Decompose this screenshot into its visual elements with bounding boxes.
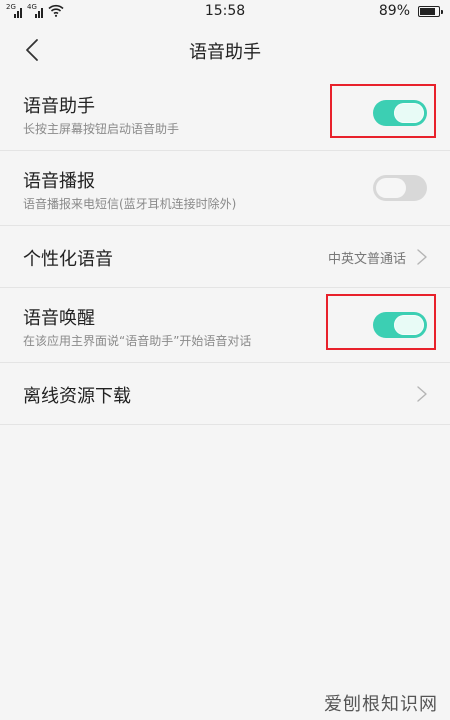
setting-subtitle: 长按主屏幕按钮启动语音助手 <box>23 122 180 136</box>
battery-icon <box>418 6 443 17</box>
setting-voice-broadcast: 语音播报 语音播报来电短信(蓝牙耳机连接时除外) <box>0 151 450 226</box>
setting-voice-assistant: 语音助手 长按主屏幕按钮启动语音助手 <box>0 76 450 151</box>
chevron-right-icon <box>417 386 427 402</box>
setting-offline-download[interactable]: 离线资源下载 <box>0 363 450 425</box>
setting-title: 语音唤醒 <box>23 308 95 329</box>
toggle-knob <box>376 178 406 198</box>
battery-fill <box>420 8 435 15</box>
chevron-right-icon <box>417 249 427 265</box>
setting-title: 语音助手 <box>23 96 95 117</box>
setting-title: 离线资源下载 <box>23 386 131 407</box>
page-title: 语音助手 <box>189 42 261 63</box>
setting-personalized-voice[interactable]: 个性化语音 中英文普通话 <box>0 226 450 288</box>
voice-wakeup-toggle[interactable] <box>373 312 427 338</box>
voice-broadcast-toggle[interactable] <box>373 175 427 201</box>
setting-value: 中英文普通话 <box>327 252 406 267</box>
setting-subtitle: 在该应用主界面说“语音助手”开始语音对话 <box>23 334 252 348</box>
watermark: 爱刨根知识网 <box>324 694 438 715</box>
setting-subtitle: 语音播报来电短信(蓝牙耳机连接时除外) <box>23 197 237 211</box>
setting-title: 语音播报 <box>23 171 95 192</box>
toggle-knob <box>394 103 424 123</box>
settings-list: 语音助手 长按主屏幕按钮启动语音助手 语音播报 语音播报来电短信(蓝牙耳机连接时… <box>0 76 450 425</box>
setting-voice-wakeup: 语音唤醒 在该应用主界面说“语音助手”开始语音对话 <box>0 288 450 363</box>
setting-title: 个性化语音 <box>23 249 113 270</box>
battery-percent: 89% <box>378 3 410 19</box>
nav-bar: 语音助手 <box>0 24 450 76</box>
voice-assistant-toggle[interactable] <box>373 100 427 126</box>
status-bar: 2G 4G 15:58 89% <box>0 0 450 24</box>
toggle-knob <box>394 315 424 335</box>
